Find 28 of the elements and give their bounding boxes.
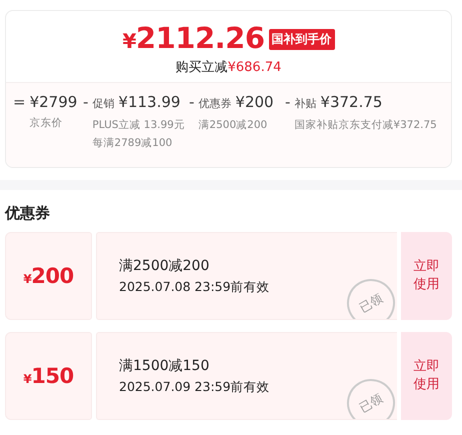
operator-sign: - <box>188 92 196 112</box>
coupon-condition: 满2500减200 <box>119 256 210 274</box>
coupon-amount: ¥150 <box>23 364 74 388</box>
price-item-note: PLUS立减 13.99元 <box>92 118 185 132</box>
use-now-button[interactable]: 立即使用 <box>401 232 452 320</box>
coupon-validity: 2025.07.08 23:59前有效 <box>119 278 271 296</box>
price-item-amount: ¥200 <box>235 92 274 112</box>
coupon-amount: ¥200 <box>23 264 74 288</box>
price-item-note: 京东价 <box>30 116 64 130</box>
section-title: 优惠券 <box>5 203 51 223</box>
operator-sign: = <box>12 92 27 112</box>
coupon-condition: 满1500减150 <box>119 356 210 374</box>
price-value: ¥2112.26 <box>122 21 264 57</box>
price-item-note: 国家补贴京东支付减¥372.75 <box>294 118 437 132</box>
saving-text: 购买立减¥686.74 <box>176 59 282 76</box>
price-badge: 国补到手价 <box>268 29 334 50</box>
price-item-amount: ¥372.75 <box>320 92 382 112</box>
use-now-button[interactable]: 立即使用 <box>401 332 452 420</box>
price-item-label: 补贴 <box>294 96 316 112</box>
operator-sign: - <box>284 92 292 112</box>
price-item-label: 促销 <box>92 96 114 112</box>
price-item-amount: ¥113.99 <box>118 92 180 112</box>
price-item-label: 优惠券 <box>198 96 232 112</box>
price-item-note: 满2500减200 <box>198 118 268 132</box>
operator-sign: - <box>82 92 90 112</box>
price-item-amount: ¥2799 <box>30 92 78 112</box>
coupon-validity: 2025.07.09 23:59前有效 <box>119 378 271 396</box>
price-item-note: 每满2789减100 <box>92 136 174 150</box>
